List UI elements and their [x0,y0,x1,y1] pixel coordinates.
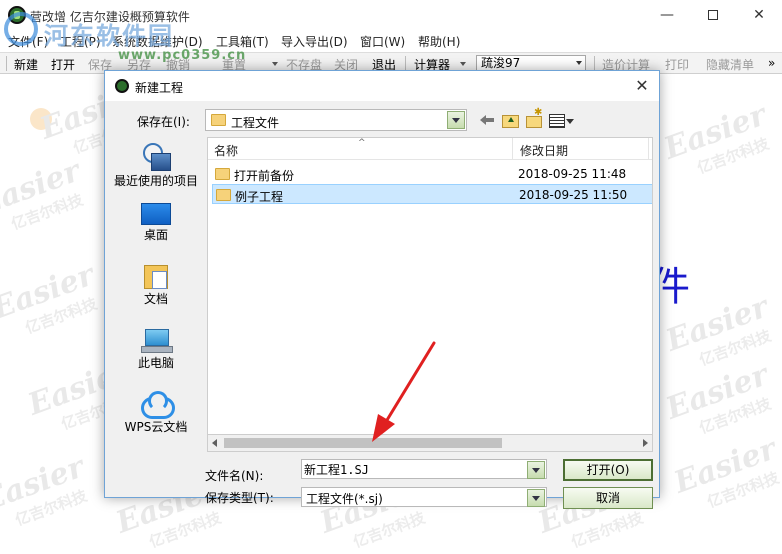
chevron-down-icon[interactable] [527,489,545,507]
dialog-app-icon [115,79,129,93]
cancel-button[interactable]: 取消 [563,487,653,509]
place-label: 桌面 [143,228,168,242]
minimize-icon: — [660,7,674,23]
column-divider[interactable] [648,138,649,160]
file-name-combo[interactable] [301,459,547,479]
back-arrow-icon[interactable] [479,111,495,129]
dialog-title: 新建工程 [135,81,184,95]
file-type-select[interactable]: 工程文件(*.sj) [301,487,547,507]
menu-window[interactable]: 窗口(W) [360,33,405,50]
column-header-date[interactable]: 修改日期 [520,142,568,159]
watermark-brand: Easier亿吉尔科技 [660,98,778,187]
folder-icon [215,168,230,180]
new-project-dialog: 新建工程 ✕ 保存在(I): 工程文件 最近使用的项目 桌面 文档 [104,70,660,509]
new-button[interactable]: 新建 [14,56,38,73]
toolbar-separator [594,56,595,71]
maximize-button[interactable] [690,0,736,30]
file-date: 2018-09-25 11:50 [519,188,628,202]
menu-import-export[interactable]: 导入导出(D) [281,33,348,50]
mode-combo-value: 疏浚97 [481,56,521,70]
calculator-dropdown-icon[interactable] [460,62,466,66]
close-icon: ✕ [635,76,649,95]
close-window-button[interactable]: ✕ [736,0,782,30]
minimize-button[interactable]: — [644,0,690,30]
watermark-brand: Easier亿吉尔科技 [670,432,782,521]
open-toolbar-button[interactable]: 打开 [51,56,75,73]
recent-items-icon [141,141,171,171]
file-name-label: 文件名(N): [205,469,264,483]
watermark-brand: Easier亿吉尔科技 [0,450,96,539]
print-button[interactable]: 打印 [665,56,689,73]
file-type-value: 工程文件(*.sj) [306,492,383,506]
up-folder-icon[interactable] [501,111,519,129]
file-row[interactable]: 打开前备份 2018-09-25 11:48 文 [212,164,653,184]
horizontal-scrollbar[interactable] [207,435,653,452]
place-desktop[interactable]: 桌面 [111,203,201,242]
new-folder-icon[interactable] [525,107,543,129]
view-menu-icon[interactable] [549,111,575,129]
folder-icon [211,114,226,126]
toolbar-separator [6,56,7,71]
save-in-label: 保存在(I): [137,115,190,129]
watermark-brand: Easier亿吉尔科技 [0,258,106,347]
site-watermark-url: www.pc0359.cn [118,48,247,63]
chevron-down-icon [576,61,582,65]
computer-icon [141,329,173,353]
cloud-icon [139,391,175,419]
file-name: 例子工程 [235,190,284,204]
place-label: WPS云文档 [124,420,188,434]
scroll-left-icon[interactable] [212,439,217,447]
hide-list-button[interactable]: 隐藏清单 [706,56,754,73]
site-watermark-logo-icon [4,12,38,46]
place-this-pc[interactable]: 此电脑 [111,329,201,370]
open-button[interactable]: 打开(O) [563,459,653,481]
file-list-header: ^ 名称 修改日期 类 [208,138,652,160]
file-type: 文 [652,167,653,184]
watermark-brand: Easier亿吉尔科技 [0,154,92,243]
place-documents[interactable]: 文档 [111,261,201,306]
place-recent[interactable]: 最近使用的项目 [111,141,201,188]
scroll-right-icon[interactable] [643,439,648,447]
place-label: 此电脑 [137,356,174,370]
folder-icon [216,189,231,201]
maximize-icon [708,10,718,20]
toolbar-overflow-button[interactable]: » [768,56,775,70]
column-divider[interactable] [512,138,513,160]
documents-icon [144,261,168,289]
desktop-icon [141,203,171,225]
file-name: 打开前备份 [234,169,295,183]
chevron-down-icon[interactable] [447,111,465,129]
file-name-input[interactable] [304,461,524,477]
file-row[interactable]: 例子工程 2018-09-25 11:50 文 [212,184,652,204]
dialog-body: 保存在(I): 工程文件 最近使用的项目 桌面 文档 [105,101,659,509]
place-wps-cloud[interactable]: WPS云文档 [111,391,201,434]
toolbar-separator [405,56,406,71]
place-label: 文档 [143,292,168,306]
save-in-combo[interactable]: 工程文件 [205,109,467,131]
scroll-thumb[interactable] [224,438,502,448]
dialog-close-button[interactable]: ✕ [631,76,653,96]
save-in-value: 工程文件 [231,116,280,130]
places-bar: 最近使用的项目 桌面 文档 此电脑 WPS云文档 [111,137,201,489]
redo-dropdown-icon[interactable] [272,62,278,66]
dialog-titlebar: 新建工程 ✕ [105,71,659,101]
file-type-label: 保存类型(T): [205,491,274,505]
close-icon: ✕ [753,7,765,23]
sort-caret-icon: ^ [358,138,366,148]
column-header-name[interactable]: 名称 [214,142,238,159]
chevron-down-icon[interactable] [527,461,545,479]
file-date: 2018-09-25 11:48 [518,167,627,181]
site-watermark-name: 河东软件园 [44,22,174,50]
menu-help[interactable]: 帮助(H) [418,33,460,50]
place-label: 最近使用的项目 [113,174,198,188]
file-list[interactable]: ^ 名称 修改日期 类 打开前备份 2018-09-25 11:48 文 例子工… [207,137,653,435]
